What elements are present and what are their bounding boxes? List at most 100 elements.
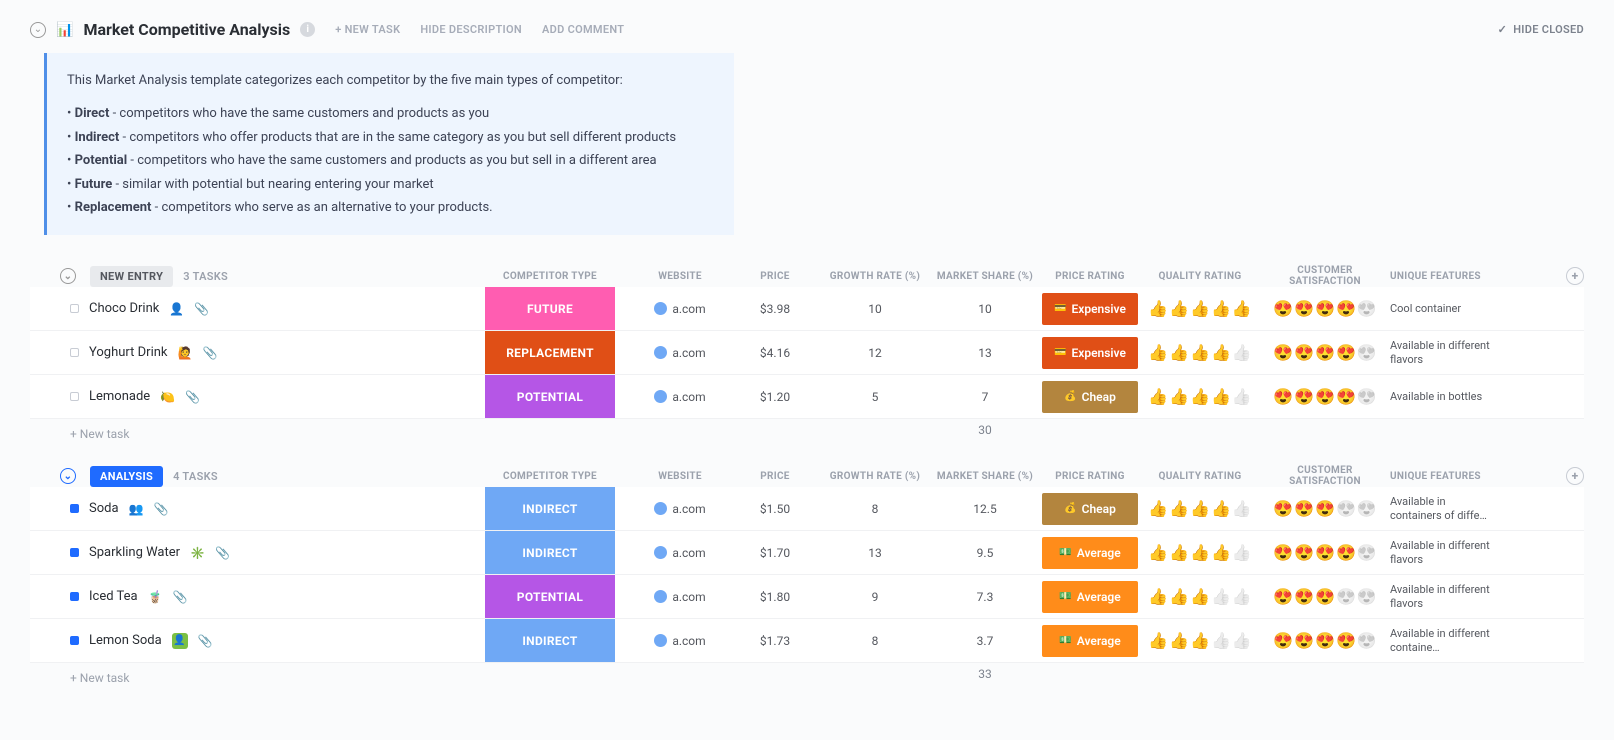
cell-market-share[interactable]: 10 [930, 287, 1040, 330]
cell-growth-rate[interactable]: 13 [820, 531, 930, 574]
cell-quality-rating[interactable]: 👍👍👍👍👍 [1140, 287, 1260, 330]
cell-website[interactable]: a.com [630, 375, 730, 418]
cell-competitor-type[interactable]: POTENTIAL [470, 575, 630, 618]
cell-website[interactable]: a.com [630, 619, 730, 662]
status-dot[interactable] [70, 348, 79, 357]
avatar-icon[interactable]: 👤 [172, 633, 188, 649]
avatar-icon[interactable]: ✳️ [190, 546, 205, 560]
column-header-price[interactable]: PRICE [730, 271, 820, 282]
group-name-badge[interactable]: ANALYSIS [90, 466, 163, 487]
attachment-icon[interactable]: 📎 [154, 502, 169, 516]
column-header-rating[interactable]: PRICE RATING [1040, 471, 1140, 482]
group-name-badge[interactable]: NEW ENTRY [90, 266, 173, 287]
task-row[interactable]: Lemon Soda👤📎INDIRECTa.com$1.7383.7💵Avera… [30, 619, 1584, 663]
cell-market-share[interactable]: 7 [930, 375, 1040, 418]
group-collapse-toggle[interactable]: ⌄ [60, 268, 76, 284]
column-header-quality[interactable]: QUALITY RATING [1140, 471, 1260, 482]
hide-description-action[interactable]: HIDE DESCRIPTION [420, 23, 522, 36]
task-row[interactable]: Choco Drink👤📎FUTUREa.com$3.981010💳Expens… [30, 287, 1584, 331]
cell-market-share[interactable]: 3.7 [930, 619, 1040, 662]
cell-unique-features[interactable]: Available in different containe… [1390, 619, 1500, 662]
add-column-button[interactable]: + [1566, 467, 1584, 485]
cell-competitor-type[interactable]: POTENTIAL [470, 375, 630, 418]
cell-competitor-type[interactable]: INDIRECT [470, 531, 630, 574]
task-row[interactable]: Soda👥📎INDIRECTa.com$1.50812.5💰Cheap👍👍👍👍👍… [30, 487, 1584, 531]
task-name[interactable]: Choco Drink [89, 301, 159, 316]
task-name[interactable]: Yoghurt Drink [89, 345, 168, 360]
cell-price-rating[interactable]: 💰Cheap [1040, 487, 1140, 530]
column-header-growth[interactable]: GROWTH RATE (%) [820, 271, 930, 282]
cell-customer-satisfaction[interactable]: 😍😍😍😍😍 [1260, 531, 1390, 574]
cell-website[interactable]: a.com [630, 575, 730, 618]
cell-customer-satisfaction[interactable]: 😍😍😍😍😍 [1260, 331, 1390, 374]
column-header-price[interactable]: PRICE [730, 471, 820, 482]
avatar-icon[interactable]: 👤 [169, 302, 184, 316]
cell-price[interactable]: $1.50 [730, 487, 820, 530]
column-header-quality[interactable]: QUALITY RATING [1140, 271, 1260, 282]
column-header-share[interactable]: MARKET SHARE (%) [930, 271, 1040, 282]
task-row[interactable]: Lemonade🍋📎POTENTIALa.com$1.2057💰Cheap👍👍👍… [30, 375, 1584, 419]
task-name[interactable]: Iced Tea [89, 589, 138, 604]
cell-market-share[interactable]: 13 [930, 331, 1040, 374]
task-name[interactable]: Lemon Soda [89, 633, 162, 648]
cell-growth-rate[interactable]: 9 [820, 575, 930, 618]
column-header-features[interactable]: UNIQUE FEATURES [1390, 471, 1490, 482]
new-task-action[interactable]: + NEW TASK [335, 23, 400, 36]
cell-quality-rating[interactable]: 👍👍👍👍👍 [1140, 487, 1260, 530]
column-header-rating[interactable]: PRICE RATING [1040, 271, 1140, 282]
add-column-button[interactable]: + [1566, 267, 1584, 285]
cell-price-rating[interactable]: 💳Expensive [1040, 331, 1140, 374]
task-name[interactable]: Soda [89, 501, 119, 516]
cell-price[interactable]: $4.16 [730, 331, 820, 374]
status-dot[interactable] [70, 304, 79, 313]
cell-unique-features[interactable]: Available in containers of diffe… [1390, 487, 1500, 530]
status-dot[interactable] [70, 636, 79, 645]
cell-price[interactable]: $1.70 [730, 531, 820, 574]
cell-website[interactable]: a.com [630, 331, 730, 374]
cell-quality-rating[interactable]: 👍👍👍👍👍 [1140, 331, 1260, 374]
cell-unique-features[interactable]: Available in bottles [1390, 375, 1500, 418]
column-header-satisfaction[interactable]: CUSTOMER SATISFACTION [1260, 465, 1390, 487]
cell-website[interactable]: a.com [630, 487, 730, 530]
cell-unique-features[interactable]: Available in different flavors [1390, 531, 1500, 574]
cell-competitor-type[interactable]: FUTURE [470, 287, 630, 330]
attachment-icon[interactable]: 📎 [185, 390, 200, 404]
cell-website[interactable]: a.com [630, 531, 730, 574]
column-header-type[interactable]: COMPETITOR TYPE [470, 271, 630, 282]
column-header-satisfaction[interactable]: CUSTOMER SATISFACTION [1260, 265, 1390, 287]
cell-growth-rate[interactable]: 8 [820, 619, 930, 662]
task-name[interactable]: Lemonade [89, 389, 150, 404]
cell-customer-satisfaction[interactable]: 😍😍😍😍😍 [1260, 375, 1390, 418]
cell-website[interactable]: a.com [630, 287, 730, 330]
cell-price[interactable]: $3.98 [730, 287, 820, 330]
status-dot[interactable] [70, 548, 79, 557]
cell-price-rating[interactable]: 💵Average [1040, 575, 1140, 618]
attachment-icon[interactable]: 📎 [215, 546, 230, 560]
cell-price-rating[interactable]: 💵Average [1040, 619, 1140, 662]
column-header-growth[interactable]: GROWTH RATE (%) [820, 471, 930, 482]
attachment-icon[interactable]: 📎 [198, 634, 213, 648]
cell-customer-satisfaction[interactable]: 😍😍😍😍😍 [1260, 287, 1390, 330]
cell-quality-rating[interactable]: 👍👍👍👍👍 [1140, 575, 1260, 618]
cell-customer-satisfaction[interactable]: 😍😍😍😍😍 [1260, 487, 1390, 530]
new-task-link[interactable]: + New task [30, 419, 470, 445]
column-header-type[interactable]: COMPETITOR TYPE [470, 471, 630, 482]
task-row[interactable]: Iced Tea🧋📎POTENTIALa.com$1.8097.3💵Averag… [30, 575, 1584, 619]
column-header-share[interactable]: MARKET SHARE (%) [930, 471, 1040, 482]
column-header-website[interactable]: WEBSITE [630, 471, 730, 482]
cell-unique-features[interactable]: Available in different flavors [1390, 331, 1500, 374]
status-dot[interactable] [70, 592, 79, 601]
column-header-features[interactable]: UNIQUE FEATURES [1390, 271, 1490, 282]
cell-customer-satisfaction[interactable]: 😍😍😍😍😍 [1260, 575, 1390, 618]
new-task-link[interactable]: + New task [30, 663, 470, 689]
cell-competitor-type[interactable]: INDIRECT [470, 487, 630, 530]
cell-customer-satisfaction[interactable]: 😍😍😍😍😍 [1260, 619, 1390, 662]
avatar-icon[interactable]: 🧋 [148, 590, 163, 604]
cell-unique-features[interactable]: Cool container [1390, 287, 1500, 330]
column-header-website[interactable]: WEBSITE [630, 271, 730, 282]
status-dot[interactable] [70, 504, 79, 513]
task-row[interactable]: Sparkling Water✳️📎INDIRECTa.com$1.70139.… [30, 531, 1584, 575]
cell-growth-rate[interactable]: 10 [820, 287, 930, 330]
group-collapse-toggle[interactable]: ⌄ [60, 468, 76, 484]
attachment-icon[interactable]: 📎 [202, 346, 217, 360]
